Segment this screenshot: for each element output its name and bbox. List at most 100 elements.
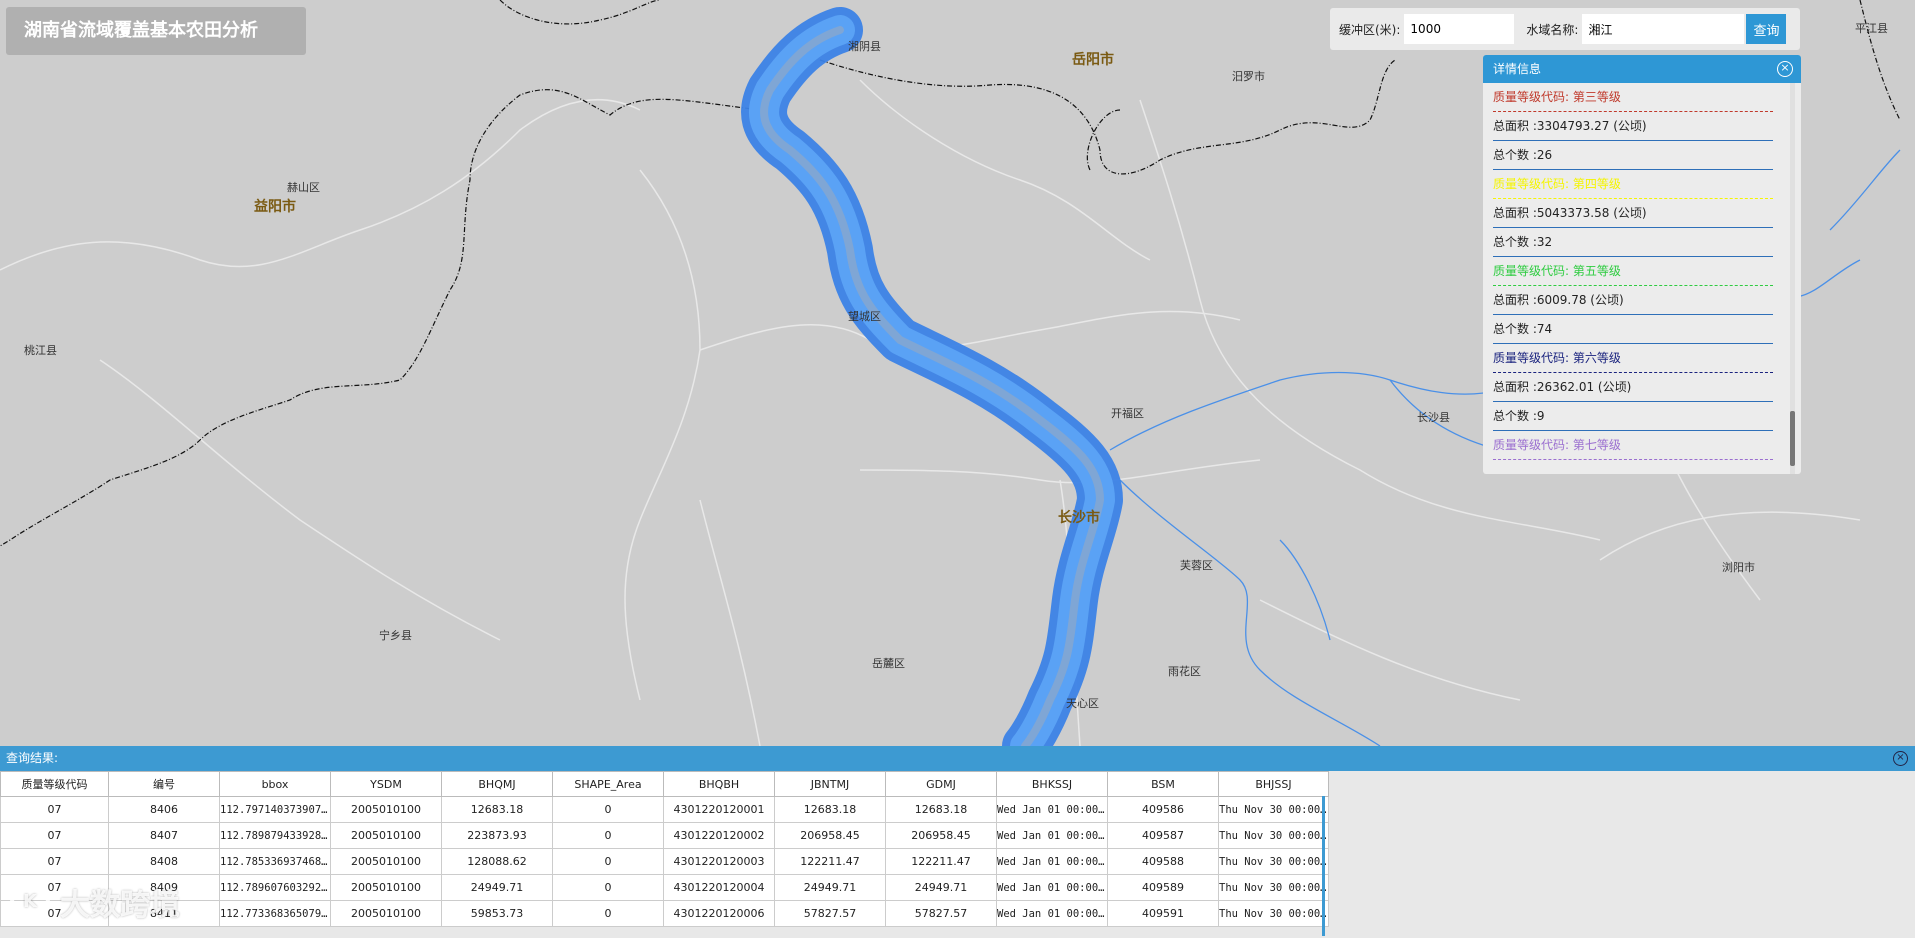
table-row[interactable]: 07 8409 112.789607603292... 2005010100 24949… bbox=[0, 874, 1329, 901]
table-cell: Wed Jan 01 00:00... bbox=[996, 874, 1108, 901]
column-header[interactable]: GDMJ bbox=[885, 771, 997, 797]
column-header[interactable]: JBNTMJ bbox=[774, 771, 886, 797]
results-close-icon[interactable]: × bbox=[1893, 751, 1908, 766]
table-cell: 8407 bbox=[108, 822, 220, 849]
place-label: 长沙市 bbox=[1058, 510, 1100, 526]
detail-stat-row: 总个数 :9 bbox=[1493, 402, 1773, 431]
table-cell: 112.797140373907... bbox=[219, 796, 331, 823]
table-cell: Wed Jan 01 00:00... bbox=[996, 796, 1108, 823]
table-header-row: 质量等级代码 编号 bbox YSDM BHQMJ SHAPE_Area BHQBH JBNT… bbox=[0, 771, 1329, 797]
buffer-input[interactable] bbox=[1404, 14, 1515, 44]
place-label: 益阳市 bbox=[254, 199, 296, 215]
buffer-label: 缓冲区(米): bbox=[1339, 22, 1401, 37]
table-cell: 2005010100 bbox=[330, 796, 442, 823]
place-label: 岳阳市 bbox=[1072, 52, 1114, 68]
table-scrollbar[interactable] bbox=[1322, 796, 1325, 936]
table-cell: 112.785336937468... bbox=[219, 848, 331, 875]
table-row[interactable]: 07 8406 112.797140373907... 2005010100 12683… bbox=[0, 796, 1329, 823]
table-row[interactable]: 07 8407 112.789879433928... 2005010100 22387… bbox=[0, 822, 1329, 849]
column-header[interactable]: SHAPE_Area bbox=[552, 771, 664, 797]
results-title: 查询结果: bbox=[6, 751, 59, 765]
place-label: 浏阳市 bbox=[1722, 561, 1755, 574]
table-cell: 0 bbox=[552, 900, 664, 927]
detail-list: 质量等级代码: 第三等级 总面积 :3304793.27 (公顷) 总个数 :26 质… bbox=[1493, 83, 1773, 460]
table-cell: 2005010100 bbox=[330, 874, 442, 901]
detail-stat-row: 总个数 :32 bbox=[1493, 228, 1773, 257]
detail-stat-row: 总个数 :74 bbox=[1493, 315, 1773, 344]
table-cell: 8408 bbox=[108, 848, 220, 875]
table-cell: 112.789879433928... bbox=[219, 822, 331, 849]
table-cell: 07 bbox=[0, 848, 109, 875]
table-cell: 8406 bbox=[108, 796, 220, 823]
water-name-input[interactable] bbox=[1582, 14, 1745, 44]
table-cell: Wed Jan 01 00:00... bbox=[996, 822, 1108, 849]
table-cell: 0 bbox=[552, 822, 664, 849]
table-cell: 206958.45 bbox=[885, 822, 997, 849]
column-header[interactable]: BHJSSJ bbox=[1218, 771, 1329, 797]
table-cell: 12683.18 bbox=[885, 796, 997, 823]
grade-code-row: 质量等级代码: 第六等级 bbox=[1493, 344, 1773, 373]
table-cell: Thu Nov 30 00:00... bbox=[1218, 900, 1329, 927]
grade-code-row: 质量等级代码: 第三等级 bbox=[1493, 83, 1773, 112]
column-header[interactable]: 质量等级代码 bbox=[0, 771, 109, 797]
column-header[interactable]: BHQBH bbox=[663, 771, 775, 797]
table-cell: 4301220120004 bbox=[663, 874, 775, 901]
table-cell: 0 bbox=[552, 848, 664, 875]
detail-panel: 详情信息 × 质量等级代码: 第三等级 总面积 :3304793.27 (公顷) 总… bbox=[1483, 55, 1801, 474]
column-header[interactable]: BHKSSJ bbox=[996, 771, 1108, 797]
table-cell: 112.789607603292... bbox=[219, 874, 331, 901]
table-cell: 07 bbox=[0, 822, 109, 849]
detail-body[interactable]: 质量等级代码: 第三等级 总面积 :3304793.27 (公顷) 总个数 :26 质… bbox=[1483, 83, 1801, 474]
table-cell: 122211.47 bbox=[774, 848, 886, 875]
table-cell: 0 bbox=[552, 796, 664, 823]
table-cell: Wed Jan 01 00:00... bbox=[996, 848, 1108, 875]
table-cell: 223873.93 bbox=[441, 822, 553, 849]
table-cell: 07 bbox=[0, 796, 109, 823]
place-label: 长沙县 bbox=[1417, 411, 1450, 424]
table-cell: 0 bbox=[552, 874, 664, 901]
table-cell: 12683.18 bbox=[774, 796, 886, 823]
table-cell: 12683.18 bbox=[441, 796, 553, 823]
place-label: 宁乡县 bbox=[379, 629, 412, 642]
grade-code-row: 质量等级代码: 第四等级 bbox=[1493, 170, 1773, 199]
table-cell: 2005010100 bbox=[330, 900, 442, 927]
search-toolbar: 缓冲区(米): 水域名称: 查询 bbox=[1330, 8, 1800, 50]
detail-stat-row: 总面积 :3304793.27 (公顷) bbox=[1493, 112, 1773, 141]
column-header[interactable]: YSDM bbox=[330, 771, 442, 797]
grade-code-row: 质量等级代码: 第七等级 bbox=[1493, 431, 1773, 460]
detail-scrollbar-thumb[interactable] bbox=[1790, 411, 1795, 466]
detail-stat-row: 总个数 :26 bbox=[1493, 141, 1773, 170]
table-cell: 24949.71 bbox=[885, 874, 997, 901]
watermark-logo-icon: K bbox=[10, 882, 50, 922]
table-cell: 57827.57 bbox=[774, 900, 886, 927]
place-label: 开福区 bbox=[1111, 407, 1144, 420]
place-label: 雨花区 bbox=[1168, 665, 1201, 678]
table-cell: 128088.62 bbox=[441, 848, 553, 875]
table-cell: 4301220120001 bbox=[663, 796, 775, 823]
table-cell: 4301220120003 bbox=[663, 848, 775, 875]
water-name-label: 水域名称: bbox=[1526, 22, 1579, 37]
table-row[interactable]: 07 8408 112.785336937468... 2005010100 12808… bbox=[0, 848, 1329, 875]
column-header[interactable]: BHQMJ bbox=[441, 771, 553, 797]
column-header[interactable]: BSM bbox=[1107, 771, 1219, 797]
app-title: 湖南省流域覆盖基本农田分析 bbox=[6, 7, 306, 55]
place-label: 赫山区 bbox=[287, 181, 320, 194]
table-cell: 112.773368365079... bbox=[219, 900, 331, 927]
table-cell: 409591 bbox=[1107, 900, 1219, 927]
place-label: 天心区 bbox=[1066, 697, 1099, 710]
table-cell: 24949.71 bbox=[441, 874, 553, 901]
table-row[interactable]: 07 8411 112.773368365079... 2005010100 59853… bbox=[0, 900, 1329, 927]
detail-stat-row: 总面积 :6009.78 (公顷) bbox=[1493, 286, 1773, 315]
results-header: 查询结果: × bbox=[0, 746, 1915, 771]
results-panel: 查询结果: × 质量等级代码 编号 bbox YSDM BHQMJ SHAPE_Area B… bbox=[0, 746, 1915, 938]
detail-close-icon[interactable]: × bbox=[1777, 61, 1793, 77]
grade-code-row: 质量等级代码: 第五等级 bbox=[1493, 257, 1773, 286]
table-body: 07 8406 112.797140373907... 2005010100 12683… bbox=[0, 796, 1329, 927]
query-button[interactable]: 查询 bbox=[1746, 14, 1787, 44]
column-header[interactable]: bbox bbox=[219, 771, 331, 797]
table-cell: 409587 bbox=[1107, 822, 1219, 849]
column-header[interactable]: 编号 bbox=[108, 771, 220, 797]
table-cell: 206958.45 bbox=[774, 822, 886, 849]
table-cell: 409586 bbox=[1107, 796, 1219, 823]
table-cell: Thu Nov 30 00:00... bbox=[1218, 822, 1329, 849]
